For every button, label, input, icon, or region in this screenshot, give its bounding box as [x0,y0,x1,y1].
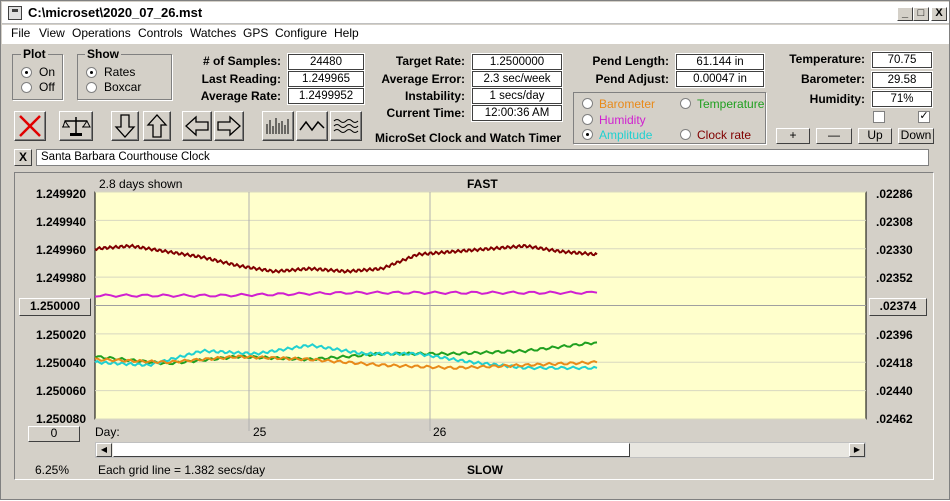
left-tick-3: 1.249980 [35,271,86,285]
day-tick-26: 26 [433,425,447,439]
zero-button[interactable]: 0 [28,426,80,442]
app-window: C:\microset\2020_07_26.mst _ □ X File Vi… [0,0,950,500]
rate-chart [94,191,867,431]
right-center-button[interactable]: .02374 [869,298,927,316]
left-tick-6: 1.250040 [35,356,86,370]
left-tick-5: 1.250020 [35,328,86,342]
right-tick-5: .02396 [876,328,913,342]
left-tick-0: 1.249920 [35,187,86,201]
left-tick-2: 1.249960 [35,243,86,257]
triangle-left-icon: ◀ [100,445,108,454]
right-tick-1: .02308 [876,215,913,229]
day-axis-label: Day: [95,425,120,439]
triangle-right-icon: ▶ [853,445,861,454]
left-tick-8: 1.250080 [35,412,86,426]
grid-note-label: Each grid line = 1.382 secs/day [98,463,266,477]
percent-label: 6.25% [35,463,70,477]
days-shown-label: 2.8 days shown [99,177,183,191]
scroll-thumb[interactable] [113,443,630,457]
scroll-left-button[interactable]: ◀ [96,443,112,457]
slow-label: SLOW [467,463,503,477]
right-tick-0: .02286 [876,187,913,201]
right-tick-3: .02352 [876,271,913,285]
left-tick-1: 1.249940 [35,215,86,229]
left-center-button[interactable]: 1.250000 [19,298,91,316]
right-tick-7: .02440 [876,384,913,398]
right-tick-8: .02462 [876,412,913,426]
right-tick-2: .02330 [876,243,913,257]
fast-label: FAST [467,177,498,191]
day-tick-25: 25 [253,425,267,439]
left-tick-7: 1.250060 [35,384,86,398]
scroll-right-button[interactable]: ▶ [849,443,865,457]
horizontal-scrollbar[interactable]: ◀ ▶ [95,442,866,458]
right-tick-6: .02418 [876,356,913,370]
